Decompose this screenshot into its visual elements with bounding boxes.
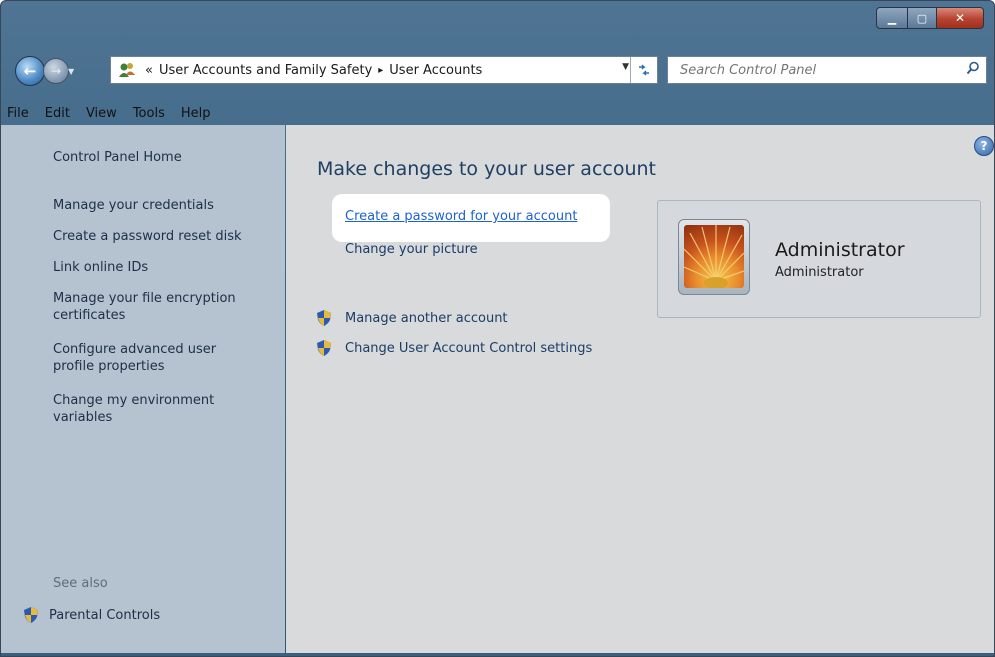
maximize-button[interactable]: ▢ bbox=[908, 7, 937, 29]
account-card: Administrator Administrator bbox=[657, 200, 981, 318]
main-content: ? Make changes to your user account Crea… bbox=[286, 125, 994, 656]
breadcrumb-separator[interactable]: ▸ bbox=[378, 65, 383, 76]
flower-picture bbox=[684, 225, 744, 288]
caption-buttons: ▁ ▢ ✕ bbox=[876, 7, 984, 29]
search-input[interactable] bbox=[678, 61, 952, 79]
menu-bar: File Edit View Tools Help bbox=[1, 101, 994, 125]
sidebar-item-password-reset-disk[interactable]: Create a password reset disk bbox=[53, 228, 242, 245]
sidebar: Control Panel Home Manage your credentia… bbox=[1, 125, 285, 656]
close-button[interactable]: ✕ bbox=[937, 7, 984, 29]
sidebar-item-environment-variables[interactable]: Change my environment variables bbox=[53, 392, 214, 426]
account-name: Administrator bbox=[775, 239, 905, 261]
search-icon[interactable] bbox=[966, 61, 980, 75]
help-icon[interactable]: ? bbox=[974, 136, 994, 156]
control-panel-window: ▁ ▢ ✕ ← → ▼ « User Accounts and Family S… bbox=[0, 0, 995, 657]
arrow-left-icon: ← bbox=[23, 62, 37, 80]
window-bottom-border bbox=[1, 653, 994, 656]
change-picture-link[interactable]: Change your picture bbox=[345, 242, 478, 257]
breadcrumb: « User Accounts and Family Safety ▸ User… bbox=[145, 63, 482, 78]
address-dropdown-button[interactable]: ▼ bbox=[622, 62, 629, 72]
close-icon: ✕ bbox=[954, 11, 966, 25]
sidebar-item-control-panel-home[interactable]: Control Panel Home bbox=[53, 149, 182, 166]
chevron-down-icon: ▼ bbox=[68, 67, 75, 76]
sidebar-item-file-encryption[interactable]: Manage your file encryption certificates bbox=[53, 290, 236, 324]
highlight-box: Create a password for your account bbox=[332, 194, 610, 242]
user-accounts-icon bbox=[117, 61, 137, 79]
forward-button[interactable]: → bbox=[43, 58, 69, 84]
chevron-down-icon: ▼ bbox=[622, 62, 629, 72]
avatar[interactable] bbox=[678, 219, 750, 295]
sidebar-item-link-online-ids[interactable]: Link online IDs bbox=[53, 259, 148, 276]
menu-view[interactable]: View bbox=[86, 106, 117, 121]
minimize-button[interactable]: ▁ bbox=[876, 7, 908, 29]
uac-settings-label: Change User Account Control settings bbox=[345, 340, 593, 356]
breadcrumb-item-family-safety[interactable]: User Accounts and Family Safety bbox=[159, 63, 372, 78]
arrow-right-icon: → bbox=[50, 64, 62, 78]
parental-controls-label: Parental Controls bbox=[49, 607, 161, 623]
refresh-icon bbox=[639, 64, 649, 76]
address-bar[interactable]: « User Accounts and Family Safety ▸ User… bbox=[110, 56, 658, 84]
parental-controls-link[interactable]: Parental Controls bbox=[23, 606, 160, 624]
see-also-heading: See also bbox=[53, 576, 108, 591]
shield-icon bbox=[24, 607, 38, 623]
menu-help[interactable]: Help bbox=[181, 106, 211, 121]
recent-pages-button[interactable]: ▼ bbox=[68, 67, 76, 76]
maximize-icon: ▢ bbox=[916, 11, 928, 25]
manage-another-account-label: Manage another account bbox=[345, 310, 508, 326]
create-password-link[interactable]: Create a password for your account bbox=[345, 209, 577, 224]
title-bar[interactable]: ▁ ▢ ✕ bbox=[1, 1, 994, 47]
shield-icon bbox=[317, 310, 331, 326]
manage-another-account-link[interactable]: Manage another account bbox=[316, 309, 508, 327]
menu-tools[interactable]: Tools bbox=[133, 106, 165, 121]
navigation-bar: ← → ▼ « User Accounts and Family Safety … bbox=[1, 54, 994, 88]
sidebar-item-manage-credentials[interactable]: Manage your credentials bbox=[53, 197, 214, 214]
sidebar-item-advanced-profile[interactable]: Configure advanced user profile properti… bbox=[53, 341, 216, 375]
back-button[interactable]: ← bbox=[15, 56, 45, 86]
refresh-button[interactable] bbox=[630, 57, 657, 83]
menu-file[interactable]: File bbox=[7, 106, 29, 121]
search-box[interactable] bbox=[667, 56, 987, 84]
uac-settings-link[interactable]: Change User Account Control settings bbox=[316, 339, 592, 357]
breadcrumb-overflow[interactable]: « bbox=[145, 63, 153, 78]
breadcrumb-item-user-accounts[interactable]: User Accounts bbox=[389, 63, 482, 78]
page-title: Make changes to your user account bbox=[317, 158, 657, 180]
account-type: Administrator bbox=[775, 265, 864, 280]
shield-icon bbox=[317, 340, 331, 356]
menu-edit[interactable]: Edit bbox=[45, 106, 70, 121]
minimize-icon: ▁ bbox=[887, 11, 897, 25]
